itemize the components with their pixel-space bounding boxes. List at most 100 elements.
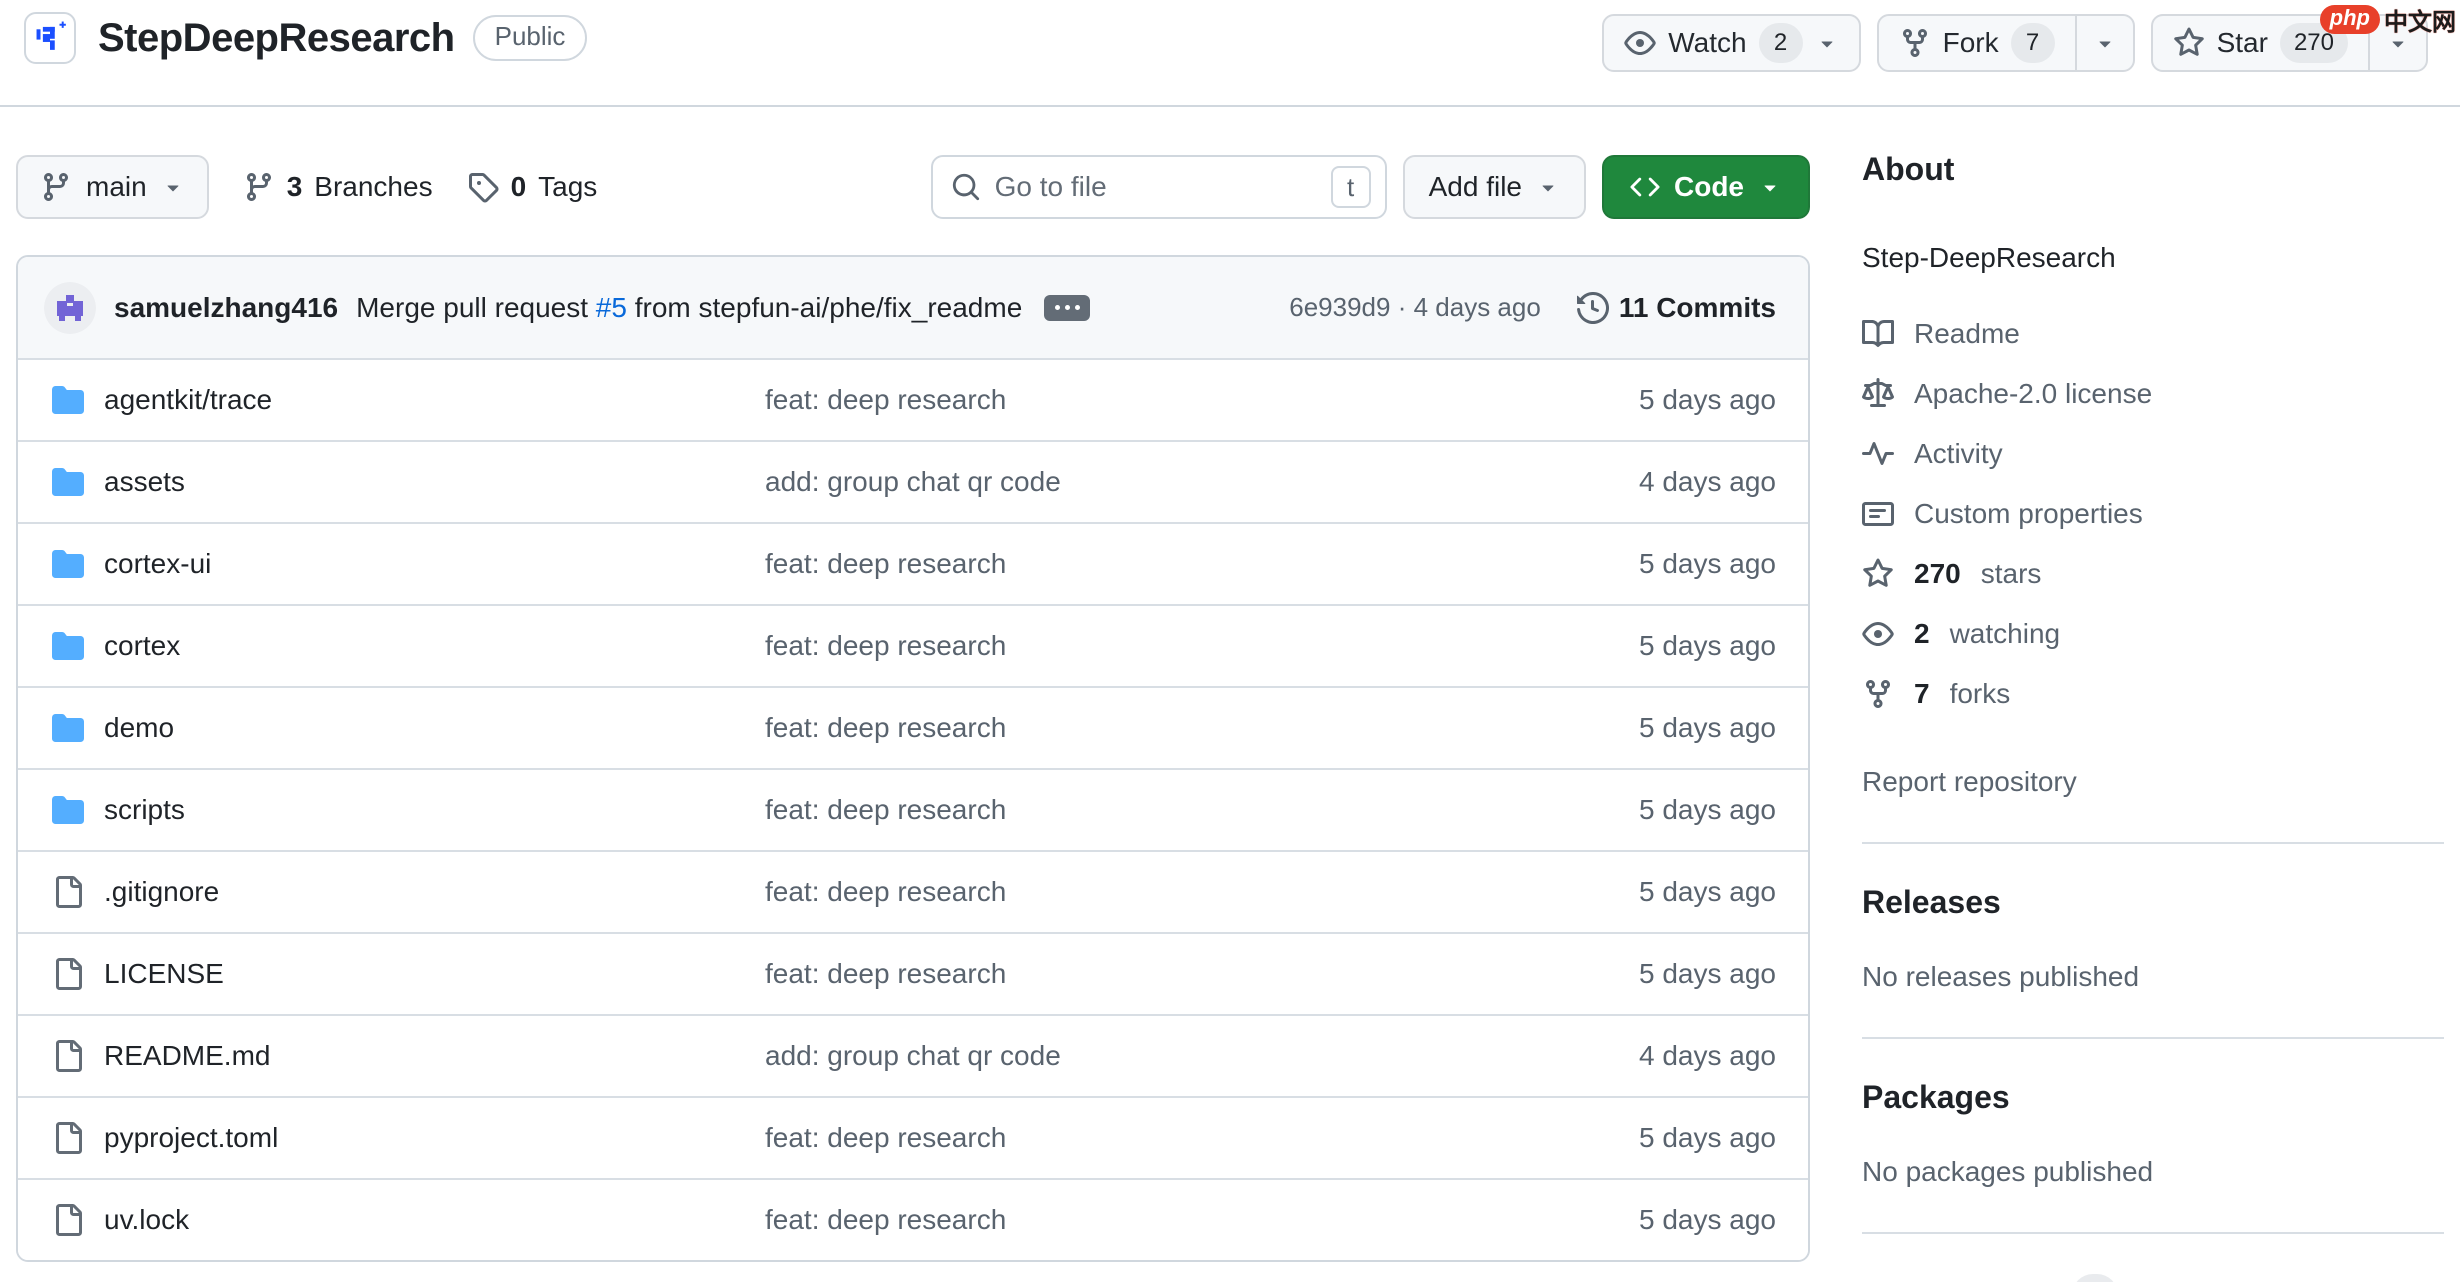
add-file-button[interactable]: Add file: [1403, 155, 1586, 219]
commit-message-link[interactable]: add: group chat qr code: [765, 466, 1639, 498]
about-item[interactable]: Custom properties: [1862, 496, 2444, 532]
file-name-link[interactable]: scripts: [104, 794, 185, 826]
fork-button[interactable]: Fork 7: [1877, 14, 2135, 72]
pr-number-link[interactable]: #5: [596, 292, 627, 323]
chevron-down-icon: [1536, 175, 1560, 199]
repo-identity: StepDeepResearch Public: [24, 12, 587, 64]
file-table-body: agentkit/trace feat: deep research 5 day…: [18, 358, 1808, 1260]
file-name-link[interactable]: LICENSE: [104, 958, 224, 990]
about-item[interactable]: 2 watching: [1862, 616, 2444, 652]
avatar[interactable]: [44, 282, 96, 334]
file-name-cell: uv.lock: [52, 1204, 765, 1236]
packages-heading[interactable]: Packages: [1862, 1079, 2444, 1116]
file-row: assets add: group chat qr code 4 days ag…: [18, 440, 1808, 522]
page-title[interactable]: StepDeepResearch: [98, 16, 455, 61]
tags-count: 0: [511, 171, 527, 203]
about-item-count: 7: [1914, 678, 1930, 710]
commit-author-link[interactable]: samuelzhang416: [114, 292, 338, 324]
go-to-file-input[interactable]: [995, 171, 1317, 203]
file-name-cell: .gitignore: [52, 876, 765, 908]
repo-owner-avatar[interactable]: [24, 12, 76, 64]
about-item-count: 270: [1914, 558, 1961, 590]
watermark-text: 中文网: [2384, 2, 2456, 37]
commit-hash-and-time[interactable]: 6e939d9 · 4 days ago: [1289, 292, 1541, 323]
about-item-label: Apache-2.0 license: [1914, 378, 2152, 410]
fork-count: 7: [2011, 23, 2055, 63]
fork-label: Fork: [1943, 27, 1999, 59]
code-button[interactable]: Code: [1602, 155, 1810, 219]
eye-icon: [1862, 618, 1894, 650]
commit-message-link[interactable]: from stepfun-ai/phe/fix_readme: [635, 292, 1023, 323]
file-name-cell: assets: [52, 466, 765, 498]
pulse-icon: [1862, 438, 1894, 470]
watch-button[interactable]: Watch 2: [1602, 14, 1860, 72]
file-icon: [52, 1040, 84, 1072]
commit-message: Merge pull request #5 from stepfun-ai/ph…: [356, 292, 1022, 324]
about-item[interactable]: 270 stars: [1862, 556, 2444, 592]
commit-message-link[interactable]: feat: deep research: [765, 548, 1639, 580]
commit-date: 5 days ago: [1639, 630, 1776, 662]
site-watermark: php 中文网: [2320, 2, 2456, 37]
file-row: scripts feat: deep research 5 days ago: [18, 768, 1808, 850]
fork-dropdown[interactable]: [2075, 16, 2133, 70]
file-name-link[interactable]: cortex: [104, 630, 180, 662]
releases-heading[interactable]: Releases: [1862, 884, 2444, 921]
commit-date: 5 days ago: [1639, 794, 1776, 826]
about-item-label: watching: [1950, 618, 2061, 650]
file-icon: [52, 1204, 84, 1236]
commit-date: 4 days ago: [1639, 1040, 1776, 1072]
star-label: Star: [2217, 27, 2268, 59]
commit-date: 5 days ago: [1639, 548, 1776, 580]
about-item[interactable]: Apache-2.0 license: [1862, 376, 2444, 412]
about-item[interactable]: Activity: [1862, 436, 2444, 472]
file-name-link[interactable]: assets: [104, 466, 185, 498]
eye-icon: [1624, 27, 1656, 59]
keyboard-shortcut-hint: t: [1331, 166, 1371, 208]
file-name-link[interactable]: pyproject.toml: [104, 1122, 278, 1154]
commit-date: 5 days ago: [1639, 876, 1776, 908]
code-icon: [1630, 172, 1660, 202]
tags-link[interactable]: 0 Tags: [467, 171, 598, 203]
file-name-link[interactable]: .gitignore: [104, 876, 219, 908]
file-name-link[interactable]: agentkit/trace: [104, 384, 272, 416]
about-item[interactable]: Readme: [1862, 316, 2444, 352]
branches-link[interactable]: 3 Branches: [243, 171, 433, 203]
folder-icon: [52, 548, 84, 580]
file-row: README.md add: group chat qr code 4 days…: [18, 1014, 1808, 1096]
commit-message-link[interactable]: feat: deep research: [765, 958, 1639, 990]
file-icon: [52, 958, 84, 990]
go-to-file-box[interactable]: t: [931, 155, 1387, 219]
commit-message-link[interactable]: Merge pull request: [356, 292, 588, 323]
commit-message-link[interactable]: feat: deep research: [765, 794, 1639, 826]
contributors-heading[interactable]: Contributors: [1862, 1277, 2056, 1282]
file-name-link[interactable]: demo: [104, 712, 174, 744]
file-name-link[interactable]: README.md: [104, 1040, 270, 1072]
commit-message-expander[interactable]: [1044, 295, 1090, 321]
commits-history-link[interactable]: 11 Commits: [1577, 292, 1776, 324]
commit-hash[interactable]: 6e939d9: [1289, 292, 1390, 322]
search-icon: [951, 172, 981, 202]
commit-message-link[interactable]: feat: deep research: [765, 876, 1639, 908]
commit-message-link[interactable]: feat: deep research: [765, 1204, 1639, 1236]
commit-message-link[interactable]: add: group chat qr code: [765, 1040, 1639, 1072]
watermark-php-badge: php: [2320, 5, 2380, 33]
file-name-cell: demo: [52, 712, 765, 744]
commit-message-link[interactable]: feat: deep research: [765, 712, 1639, 744]
watch-count: 2: [1759, 23, 1803, 63]
commit-message-link[interactable]: feat: deep research: [765, 630, 1639, 662]
about-item[interactable]: 7 forks: [1862, 676, 2444, 712]
report-repository-link[interactable]: Report repository: [1862, 766, 2077, 798]
file-row: uv.lock feat: deep research 5 days ago: [18, 1178, 1808, 1260]
branch-selector-button[interactable]: main: [16, 155, 209, 219]
file-name-link[interactable]: uv.lock: [104, 1204, 189, 1236]
folder-icon: [52, 794, 84, 826]
fork-icon: [1899, 27, 1931, 59]
current-branch: main: [86, 171, 147, 203]
git-branch-icon: [243, 171, 275, 203]
commit-message-link[interactable]: feat: deep research: [765, 384, 1639, 416]
commit-message-link[interactable]: feat: deep research: [765, 1122, 1639, 1154]
file-name-cell: cortex-ui: [52, 548, 765, 580]
chevron-down-icon: [1815, 31, 1839, 55]
file-name-link[interactable]: cortex-ui: [104, 548, 211, 580]
about-item-label: stars: [1981, 558, 2042, 590]
